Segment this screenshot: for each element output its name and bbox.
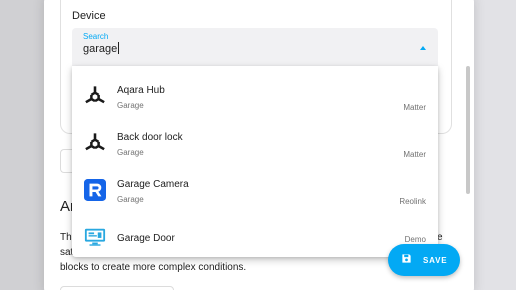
item-name: Aqara Hub (117, 85, 165, 96)
text-caret (118, 42, 120, 54)
search-input[interactable]: Search garage (72, 28, 438, 68)
backdrop-right (472, 0, 516, 290)
list-item[interactable]: Garage Camera Garage Reolink (72, 166, 438, 213)
item-source: Demo (404, 235, 426, 244)
item-name: Garage Door (117, 233, 175, 244)
item-area: Garage (117, 195, 144, 204)
list-item[interactable]: Garage Door Demo (72, 213, 438, 257)
save-button[interactable]: SAVE (388, 244, 460, 276)
matter-icon (83, 84, 107, 108)
item-source: Matter (403, 103, 426, 112)
reolink-icon (83, 178, 107, 202)
item-area: Garage (117, 148, 144, 157)
device-dropdown-menu: Aqara Hub Garage Matter Back door lock G… (72, 66, 438, 257)
add-building-block-button[interactable] (60, 286, 174, 290)
matter-icon (83, 131, 107, 155)
item-name: Back door lock (117, 132, 183, 143)
monitor-icon (83, 225, 107, 249)
save-icon (401, 251, 412, 269)
item-source: Reolink (399, 197, 426, 206)
item-area: Garage (117, 101, 144, 110)
list-item[interactable]: Aqara Hub Garage Matter (72, 72, 438, 119)
item-name: Garage Camera (117, 179, 189, 190)
list-item[interactable]: Back door lock Garage Matter (72, 119, 438, 166)
scrollbar-thumb[interactable] (466, 66, 470, 194)
save-label: SAVE (423, 255, 448, 265)
device-label: Device (72, 10, 106, 22)
item-source: Matter (403, 150, 426, 159)
description-line-3: blocks to create more complex conditions… (60, 262, 247, 273)
dropdown-arrow-icon[interactable] (420, 46, 426, 50)
search-value[interactable]: garage (83, 42, 120, 55)
search-value-text: garage (83, 43, 118, 55)
search-label: Search (83, 32, 109, 41)
backdrop-left (0, 0, 44, 290)
description-fragment-1: Th (60, 232, 72, 243)
